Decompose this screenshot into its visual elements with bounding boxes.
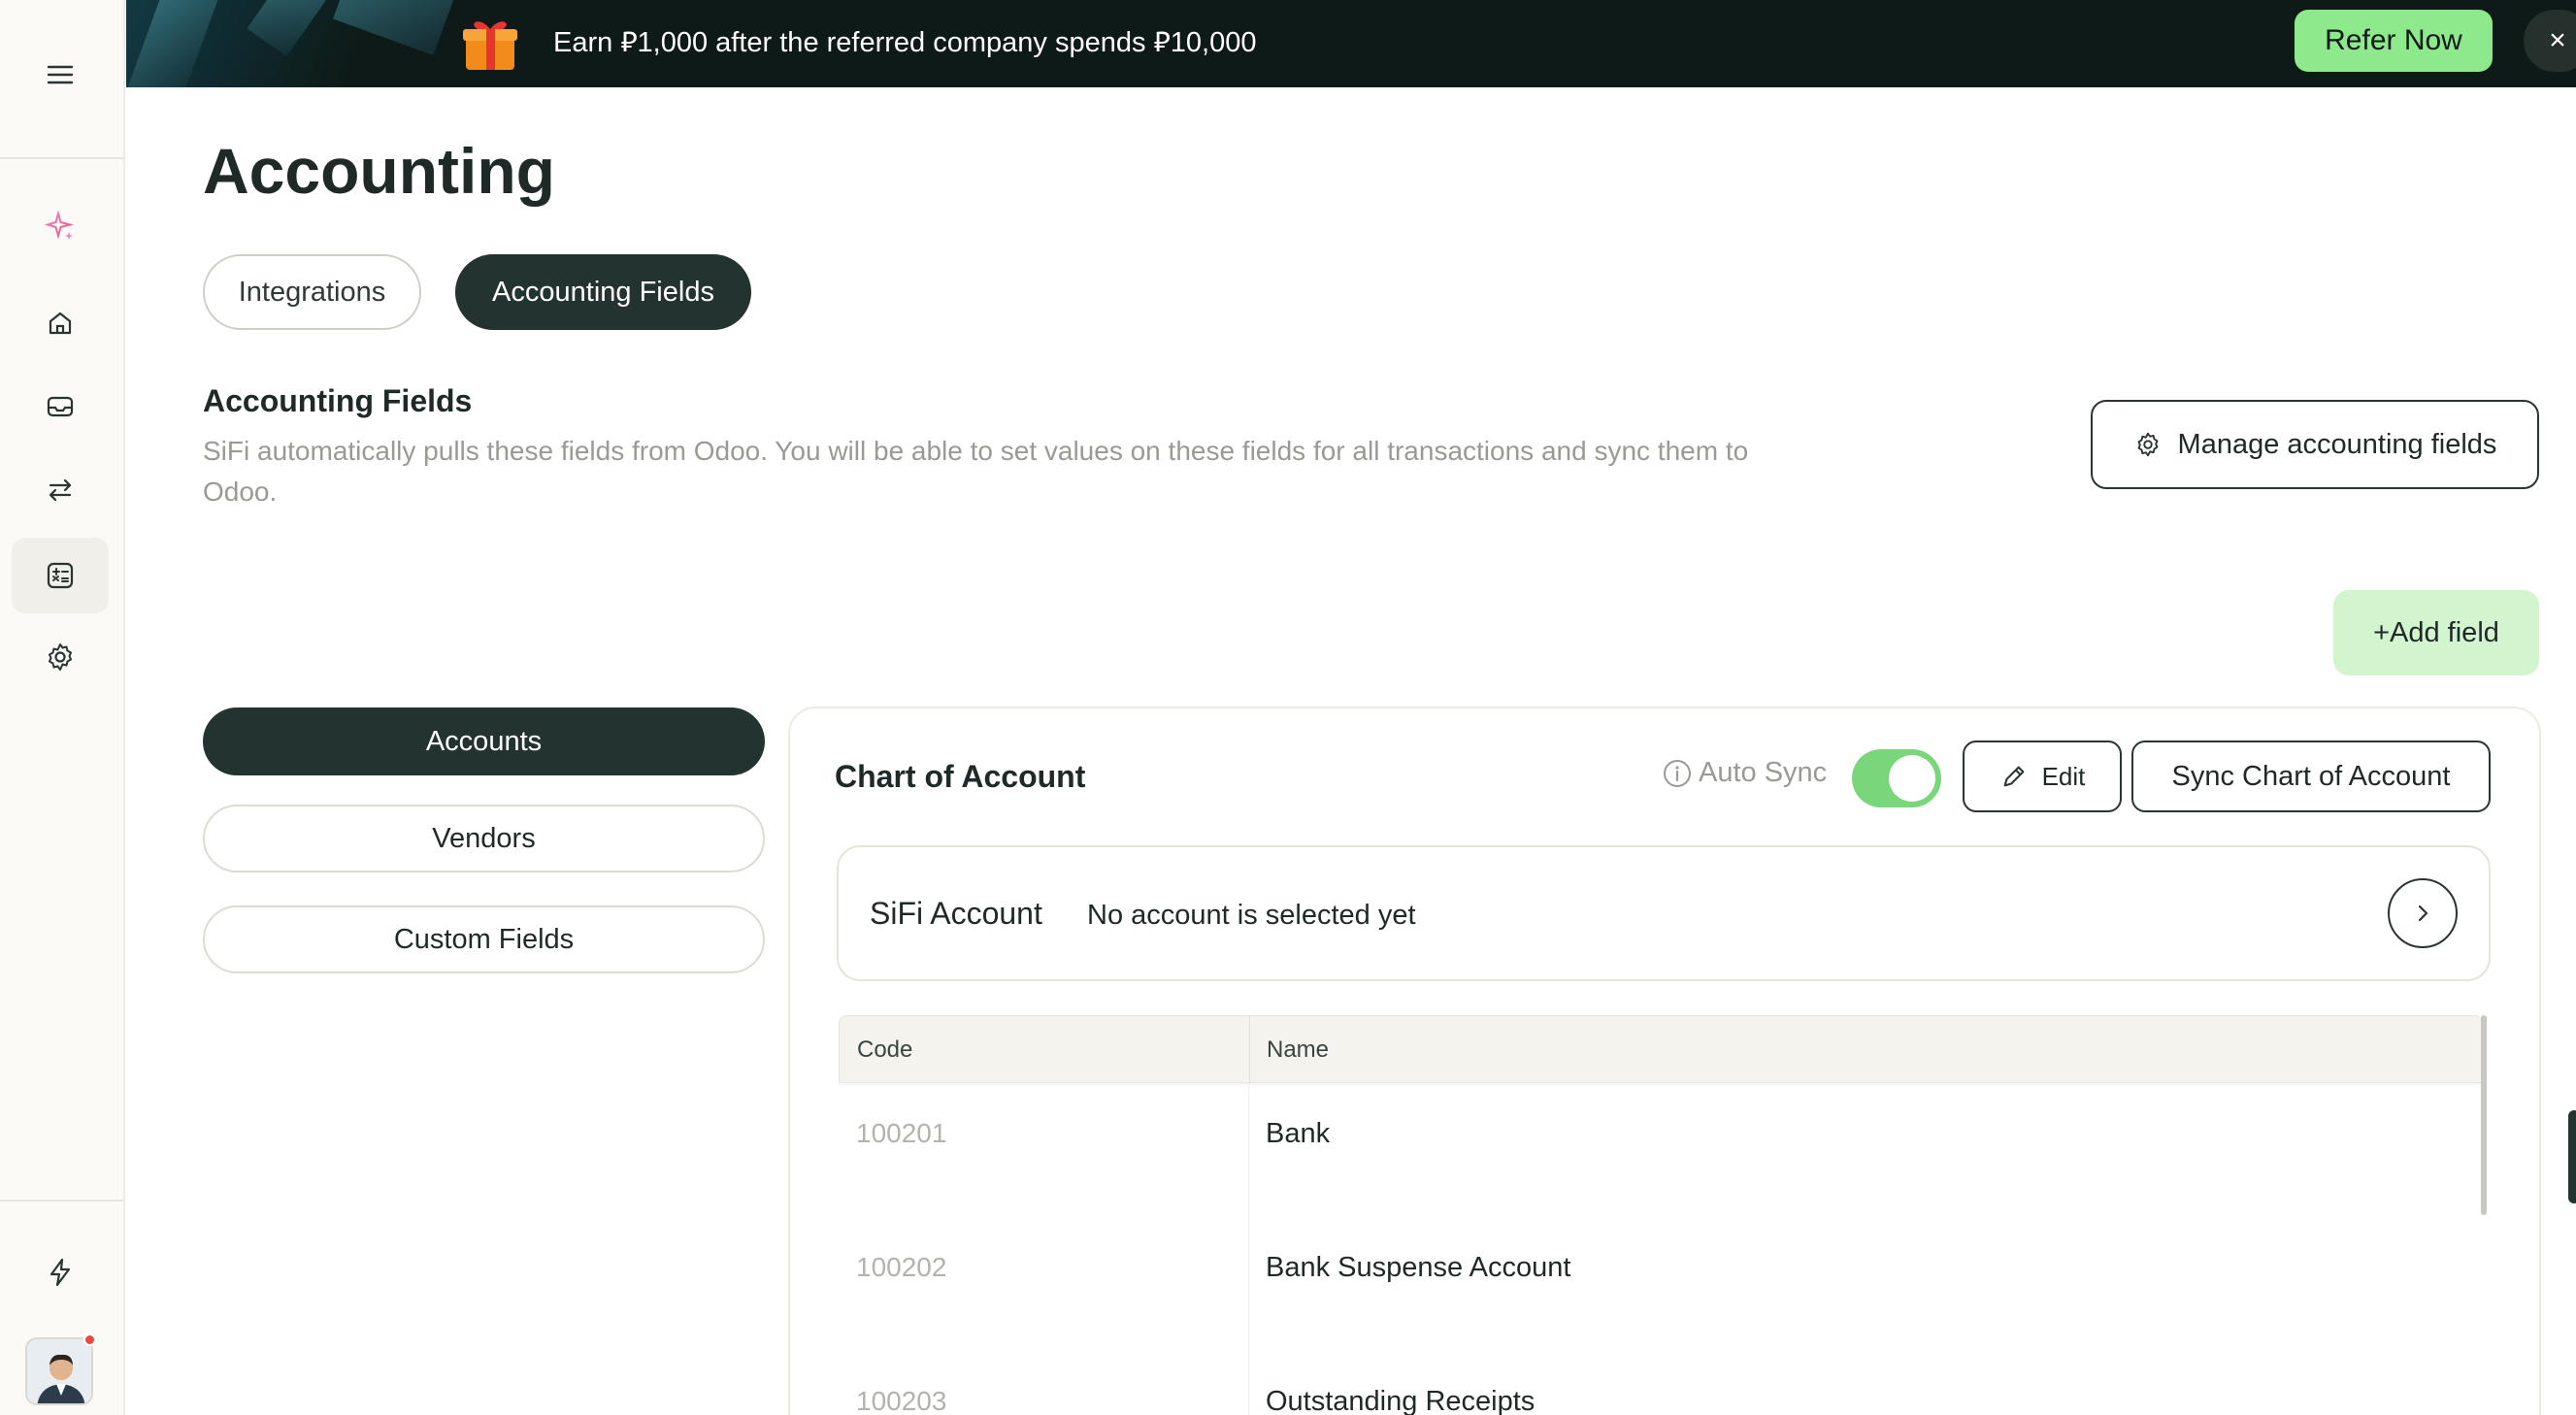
category-accounts[interactable]: Accounts <box>203 708 765 775</box>
sidebar-item-inbox[interactable] <box>12 369 109 444</box>
notification-dot <box>83 1333 96 1346</box>
accounts-table: Code Name 100201 Bank 100202 Bank Suspen… <box>839 1015 2483 1415</box>
column-header-name[interactable]: Name <box>1267 1036 1329 1065</box>
section-description: SiFi automatically pulls these fields fr… <box>203 436 1749 507</box>
banner-text: Earn ⃁1,000 after the referred company s… <box>553 27 1257 58</box>
sidebar-item-accounting[interactable] <box>12 538 109 613</box>
edit-button[interactable]: Edit <box>1963 740 2122 812</box>
close-icon: × <box>2549 24 2566 56</box>
gear-icon <box>49 643 72 671</box>
page-title: Accounting <box>203 135 555 207</box>
transfer-icon <box>49 478 72 502</box>
toggle-knob <box>1889 755 1935 802</box>
sidebar-item-quick-actions[interactable] <box>12 1234 109 1310</box>
sidebar-item-ai[interactable] <box>12 188 109 264</box>
sifi-account-value: No account is selected yet <box>1087 900 1416 931</box>
close-banner-button[interactable]: × <box>2524 10 2576 72</box>
banner-decoration <box>126 0 456 87</box>
pencil-icon <box>2003 766 2024 787</box>
category-vendors[interactable]: Vendors <box>203 805 765 872</box>
sidebar-top <box>0 0 123 159</box>
edit-label: Edit <box>2041 761 2086 791</box>
menu-button[interactable] <box>12 37 109 113</box>
table-scrollbar[interactable] <box>2481 1015 2487 1215</box>
auto-sync-label-group: Auto Sync <box>1662 757 1827 789</box>
sifi-account-label: SiFi Account <box>870 896 1042 931</box>
sifi-account-open-button[interactable] <box>2388 878 2458 948</box>
avatar[interactable] <box>25 1337 93 1405</box>
table-row[interactable]: 100202 Bank Suspense Account <box>839 1217 2483 1351</box>
row-name: Bank <box>1266 1118 1331 1149</box>
referral-banner: Earn ⃁1,000 after the referred company s… <box>126 0 2576 87</box>
auto-sync-label: Auto Sync <box>1699 757 1828 788</box>
table-header: Code Name <box>839 1015 2483 1084</box>
sparkle-icon <box>45 211 74 240</box>
manage-accounting-fields-button[interactable]: Manage accounting fields <box>2091 400 2539 489</box>
home-icon <box>49 312 72 335</box>
row-name: Outstanding Receipts <box>1266 1386 1536 1415</box>
column-header-code[interactable]: Code <box>857 1036 912 1065</box>
row-code: 100201 <box>856 1118 947 1148</box>
row-code: 100203 <box>856 1386 947 1415</box>
chevron-right-icon <box>2418 905 2428 922</box>
menu-icon <box>47 65 74 84</box>
sidebar-item-transactions[interactable] <box>12 452 109 528</box>
calculator-icon <box>47 562 74 589</box>
info-icon[interactable] <box>1662 758 1693 789</box>
tab-integrations[interactable]: Integrations <box>203 254 421 330</box>
section-title: Accounting Fields <box>203 383 473 418</box>
auto-sync-toggle[interactable] <box>1852 749 1941 807</box>
category-custom-fields[interactable]: Custom Fields <box>203 905 765 973</box>
sync-chart-of-account-button[interactable]: Sync Chart of Account <box>2131 740 2491 812</box>
manage-accounting-fields-label: Manage accounting fields <box>2177 428 2497 460</box>
settings-cog-icon <box>2137 432 2158 457</box>
table-row[interactable]: 100203 Outstanding Receipts <box>839 1351 2483 1415</box>
sifi-account-selector[interactable]: SiFi Account No account is selected yet <box>837 845 2491 981</box>
inbox-icon <box>47 396 74 417</box>
header-divider <box>1249 1016 1250 1084</box>
sidebar <box>0 0 125 1415</box>
gift-icon <box>463 21 517 70</box>
tab-accounting-fields[interactable]: Accounting Fields <box>455 254 751 330</box>
sidebar-item-home[interactable] <box>12 285 109 361</box>
bolt-icon <box>50 1258 71 1287</box>
sidebar-item-settings[interactable] <box>12 619 109 695</box>
user-avatar-icon <box>27 1339 91 1403</box>
side-drawer-handle[interactable] <box>2568 1110 2576 1203</box>
add-field-button[interactable]: +Add field <box>2333 590 2539 675</box>
row-name: Bank Suspense Account <box>1266 1252 1571 1283</box>
table-row[interactable]: 100201 Bank <box>839 1083 2483 1217</box>
row-code: 100202 <box>856 1252 947 1282</box>
panel-title: Chart of Account <box>835 759 1086 794</box>
refer-now-button[interactable]: Refer Now <box>2295 10 2493 72</box>
